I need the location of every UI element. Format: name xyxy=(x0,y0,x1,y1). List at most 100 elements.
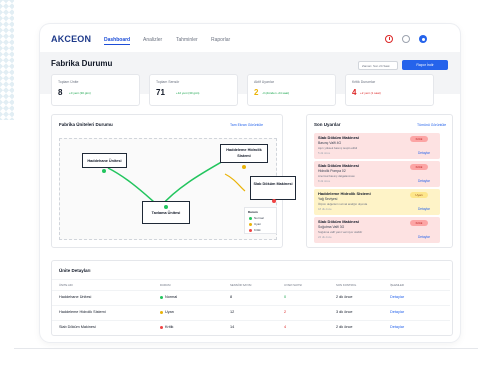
alert-time: 24 dk önce xyxy=(318,235,332,239)
stat-change: +2 yeni (1 saat) xyxy=(360,91,381,95)
node-status-dot xyxy=(242,165,246,169)
alert-details-link[interactable]: Detaylar xyxy=(418,151,430,155)
brand-logo[interactable]: AKCEON xyxy=(51,34,91,44)
cell-unit-name: Haddeleme Hidrolik Sistemi xyxy=(59,310,106,314)
legend-item-normal: Normal xyxy=(249,216,264,220)
divider xyxy=(52,305,450,306)
col-header: Durum xyxy=(160,283,171,287)
alert-details-link[interactable]: Detaylar xyxy=(418,207,430,211)
legend-title: Durum xyxy=(248,210,258,214)
help-icon[interactable] xyxy=(402,35,410,43)
alert-system: Soğutma Valfi 3G xyxy=(318,225,345,229)
divider xyxy=(52,279,450,280)
alert-details-link[interactable]: Detaylar xyxy=(418,179,430,183)
node-haddehane[interactable]: Haddehane Ünitesi xyxy=(82,153,127,168)
node-status-dot xyxy=(272,199,276,203)
col-header: Uyarı Sayısı xyxy=(284,283,302,287)
alert-time: 18 dk önce xyxy=(318,207,332,211)
units-status-panel: Fabrika Üniteleri Durumu Tam Ekran Görün… xyxy=(51,114,296,248)
unit-details-table: Ünite Detayları Ünite Adı Durum Sensör S… xyxy=(51,260,453,336)
cell-status: Normal xyxy=(160,295,177,299)
stat-card-critical: Kritik Durumlar 4 +2 yeni (1 saat) xyxy=(345,74,434,106)
recent-alerts-panel: Son Uyarılar Tümünü Görüntüle Slab Döküm… xyxy=(306,114,453,248)
panel-title: Fabrika Üniteleri Durumu xyxy=(59,122,113,127)
stat-card-total-sensors: Toplam Sensör 71 +12 yeni (30 gün) xyxy=(149,74,238,106)
stat-value: 8 xyxy=(58,88,63,97)
row-details-link[interactable]: Detaylar xyxy=(390,310,404,314)
node-status-dot xyxy=(102,169,106,173)
decorative-pattern xyxy=(0,0,14,120)
divider xyxy=(52,290,450,291)
cell-alerts: 0 xyxy=(284,295,287,299)
alert-item[interactable]: Slab Döküm Makinesi Hidrolik Pompa 02 An… xyxy=(314,161,440,187)
alert-item[interactable]: Slab Döküm Makinesi Soğutma Valfi 3G Soğ… xyxy=(314,217,440,243)
alert-system: Hidrolik Pompa 02 xyxy=(318,169,346,173)
cell-alerts: 2 xyxy=(284,310,287,314)
alert-title: Slab Döküm Makinesi xyxy=(318,219,360,224)
stat-label: Toplam Ünite xyxy=(58,80,79,84)
notification-bell-icon[interactable] xyxy=(385,35,393,43)
cell-sensors: 14 xyxy=(230,325,235,329)
alert-badge: Uyarı xyxy=(410,192,428,198)
time-range-select[interactable]: Zaman: Son 24 Saat xyxy=(358,61,398,70)
legend-item-critical: Kritik xyxy=(249,228,261,232)
cell-last-check: 3 dk önce xyxy=(336,310,353,314)
alert-description: Anormal basınç dalgalanması xyxy=(318,174,355,178)
row-details-link[interactable]: Detaylar xyxy=(390,295,404,299)
alert-item[interactable]: Slab Döküm Makinesi Basınç Valfi 4G Aşır… xyxy=(314,133,440,159)
status-legend: Durum Normal Uyarı Kritik xyxy=(244,207,277,234)
alert-badge: Kritik xyxy=(410,136,428,142)
legend-item-warning: Uyarı xyxy=(249,222,261,226)
cell-last-check: 2 dk önce xyxy=(336,295,353,299)
divider xyxy=(52,320,450,321)
cell-status: Kritik xyxy=(160,325,173,329)
view-all-alerts-link[interactable]: Tümünü Görüntüle xyxy=(417,123,446,127)
stat-change: +12 yeni (30 gün) xyxy=(176,91,200,95)
col-header: Son Kontrol xyxy=(336,283,357,287)
alert-system: Basınç Valfi 4G xyxy=(318,141,342,145)
stat-label: Toplam Sensör xyxy=(156,80,180,84)
alert-details-link[interactable]: Detaylar xyxy=(418,235,430,239)
alert-time: 8 dk önce xyxy=(318,179,331,183)
stat-value: 2 xyxy=(254,88,259,97)
cell-last-check: 2 dk önce xyxy=(336,325,353,329)
fullscreen-link[interactable]: Tam Ekran Görüntüle xyxy=(230,123,263,127)
stat-card-active-alerts: Aktif Uyarılar 2 -3 (dünden -24 saat) xyxy=(247,74,336,106)
alert-badge: Kritik xyxy=(410,220,428,226)
stat-change: +0 yeni (30 gün) xyxy=(69,91,91,95)
row-details-link[interactable]: Detaylar xyxy=(390,325,404,329)
stat-value: 71 xyxy=(156,88,165,97)
col-header: İşlemler xyxy=(390,283,404,287)
download-report-button[interactable]: Rapor İndir xyxy=(402,60,448,70)
cell-sensors: 12 xyxy=(230,310,235,314)
cell-alerts: 4 xyxy=(284,325,287,329)
divider xyxy=(14,348,478,349)
stat-label: Aktif Uyarılar xyxy=(254,80,275,84)
col-header: Sensör Sayısı xyxy=(230,283,252,287)
cell-unit-name: Slab Döküm Makinesi xyxy=(59,325,96,329)
alert-title: Slab Döküm Makinesi xyxy=(318,135,360,140)
panel-title: Son Uyarılar xyxy=(314,122,341,127)
nav-reports[interactable]: Raporlar xyxy=(211,37,230,43)
user-avatar-icon[interactable] xyxy=(419,35,427,43)
nav-dashboard[interactable]: Dashboard xyxy=(104,37,131,45)
panel-title: Ünite Detayları xyxy=(59,268,91,273)
node-hidrolik[interactable]: Haddeleme Hidrolik Sistemi xyxy=(220,144,268,163)
alert-description: Aşırı yüksek basınç tespit edildi xyxy=(318,146,358,150)
alert-system: Yağ Seviyesi xyxy=(318,197,338,201)
node-status-dot xyxy=(164,205,168,209)
stat-value: 4 xyxy=(352,88,357,97)
dashboard-window: AKCEON Dashboard Analizler Tahminler Rap… xyxy=(40,24,460,342)
alert-item[interactable]: Haddeleme Hidrolik Sistemi Yağ Seviyesi … xyxy=(314,189,440,215)
nav-analyses[interactable]: Analizler xyxy=(143,37,162,43)
stat-label: Kritik Durumlar xyxy=(352,80,376,84)
cell-unit-name: Haddehane Ünitesi xyxy=(59,295,92,299)
alert-description: Soğutma valfi yanıt vermiyor olabilir xyxy=(318,230,363,234)
alert-title: Haddeleme Hidrolik Sistemi xyxy=(318,191,371,196)
node-slab[interactable]: Slab Döküm Makinesi xyxy=(250,176,296,200)
nav-forecasts[interactable]: Tahminler xyxy=(176,37,198,43)
cell-status: Uyarı xyxy=(160,310,174,314)
stat-card-total-units: Toplam Ünite 8 +0 yeni (30 gün) xyxy=(51,74,140,106)
stat-change: -3 (dünden -24 saat) xyxy=(262,91,290,95)
alert-title: Slab Döküm Makinesi xyxy=(318,163,360,168)
